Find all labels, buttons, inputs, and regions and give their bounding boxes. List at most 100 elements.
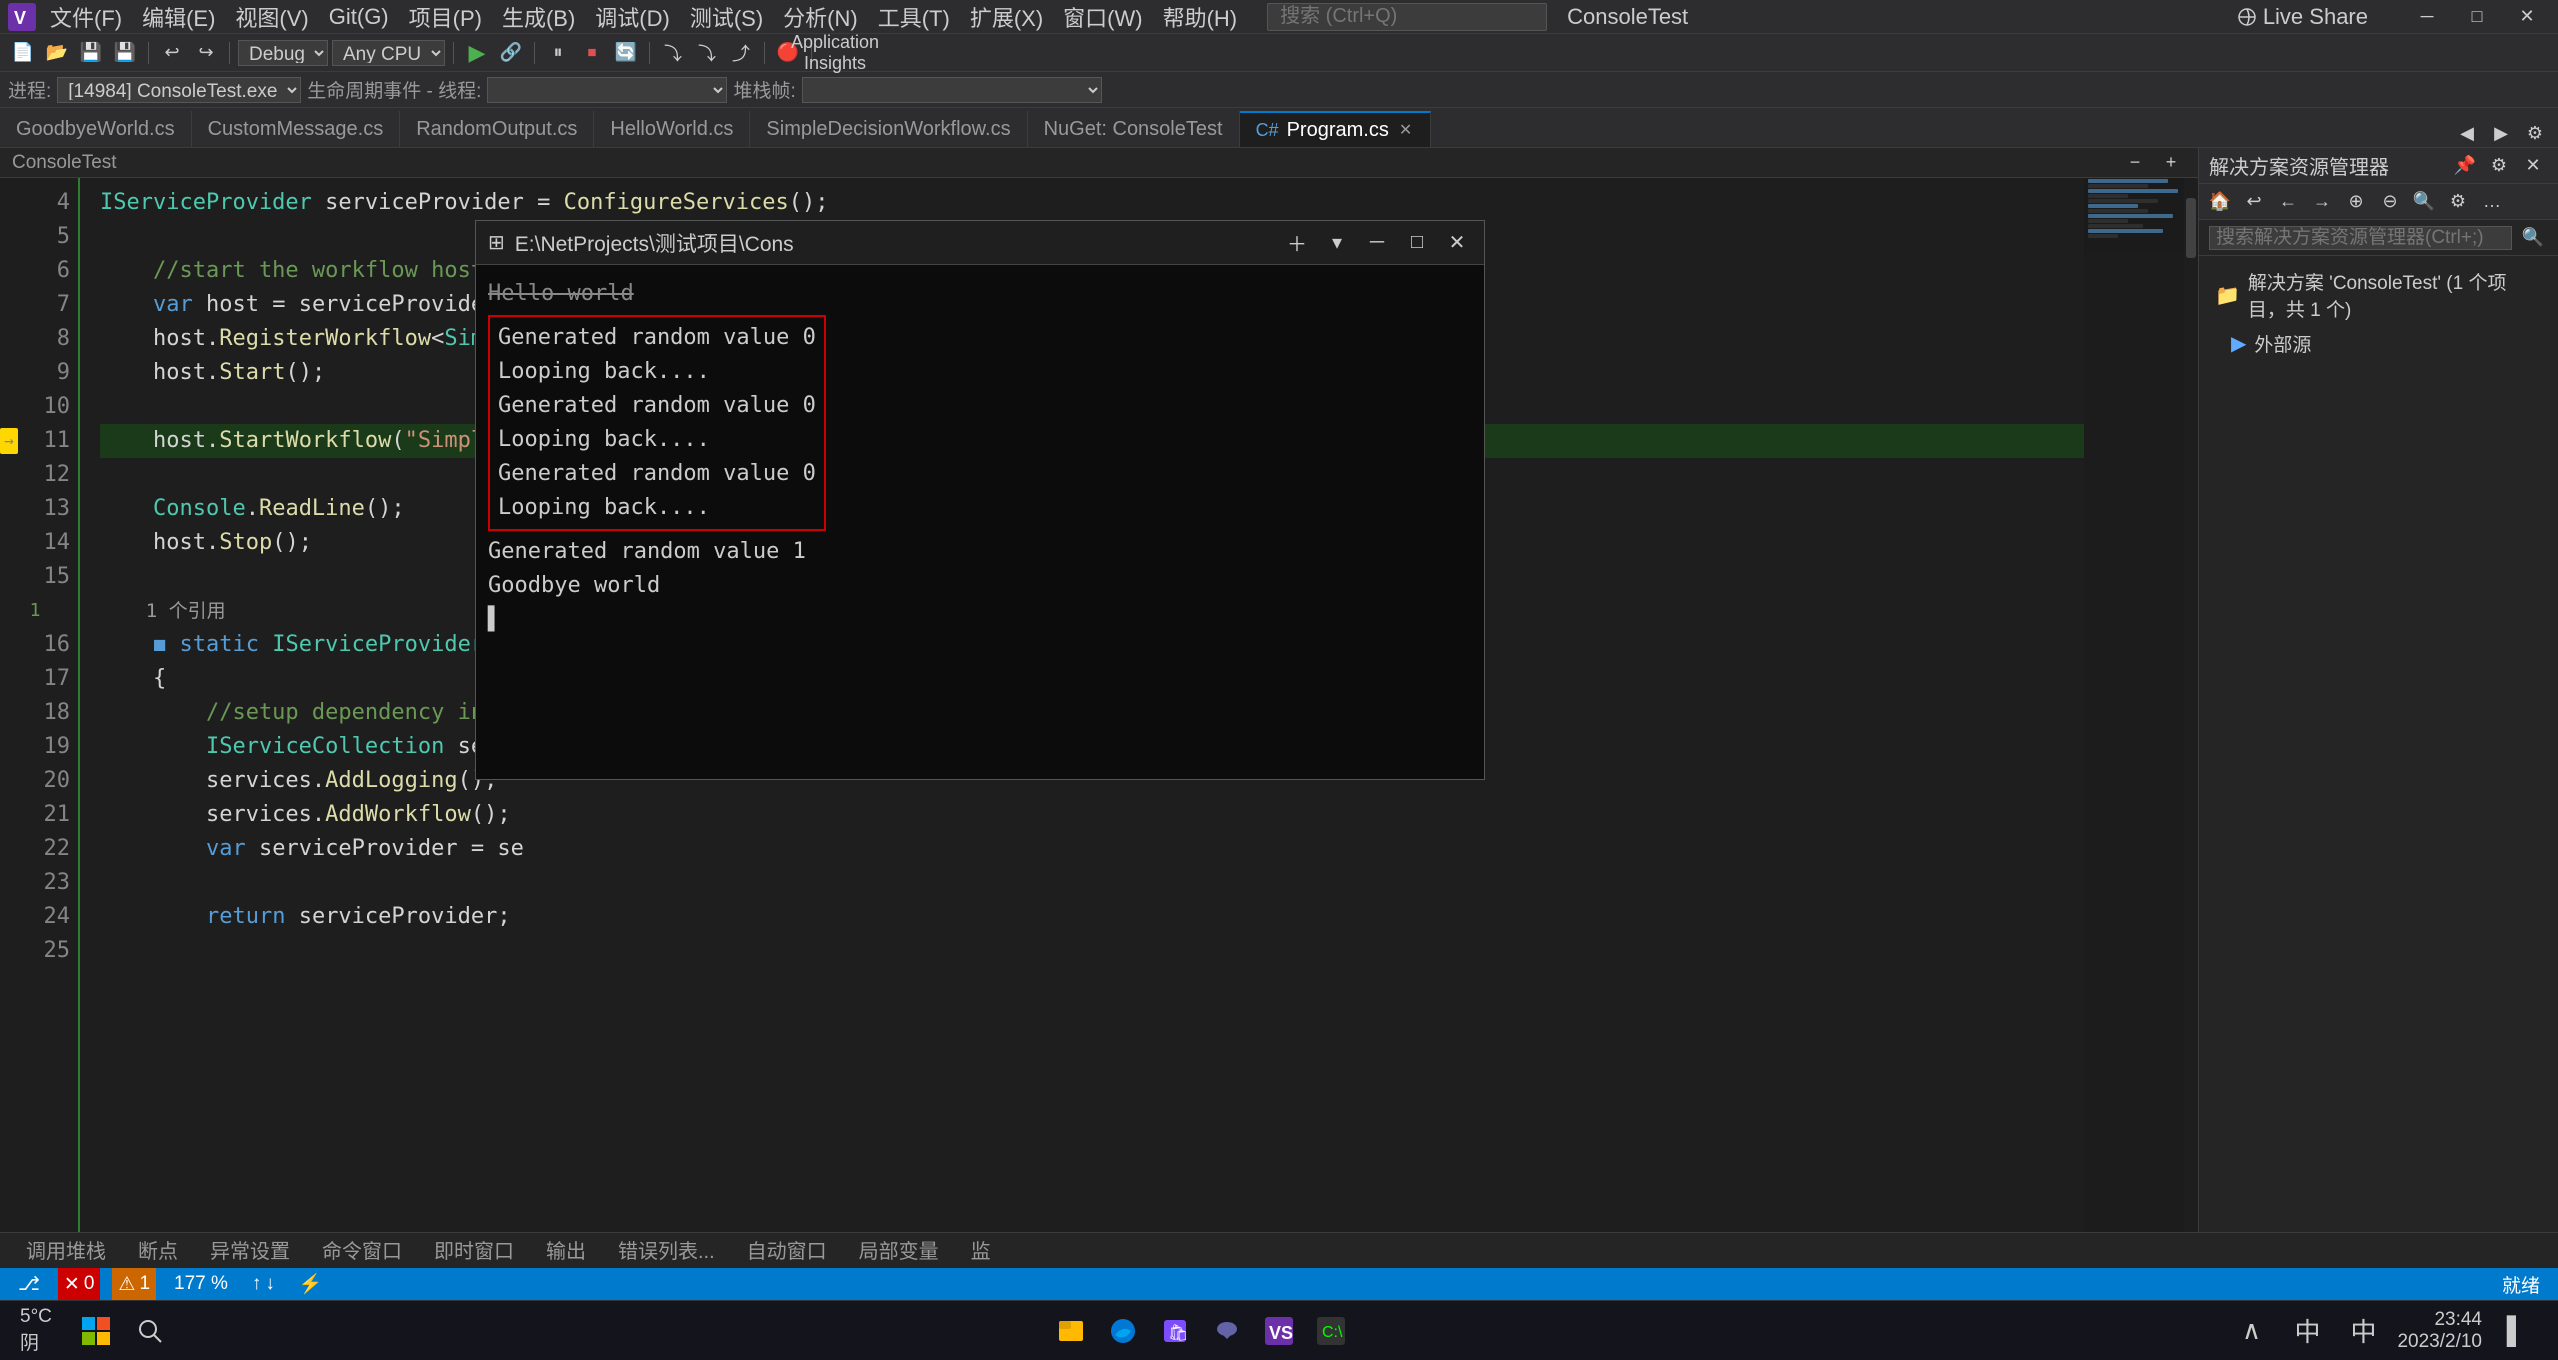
taskbar-show-desktop[interactable]: ▌ bbox=[2494, 1309, 2538, 1353]
live-share-button[interactable]: Live Share bbox=[2229, 2, 2376, 32]
stack-dropdown[interactable] bbox=[802, 77, 1102, 103]
start-button[interactable] bbox=[72, 1307, 120, 1355]
redo-btn[interactable]: ↪ bbox=[191, 39, 221, 67]
bottom-tab-output[interactable]: 输出 bbox=[532, 1231, 600, 1270]
attach-button[interactable]: 🔗 bbox=[496, 39, 526, 67]
editor-expand-btn[interactable]: + bbox=[2156, 149, 2186, 177]
bottom-tab-exceptions[interactable]: 异常设置 bbox=[196, 1231, 304, 1270]
minimize-button[interactable]: ─ bbox=[2404, 1, 2450, 33]
taskbar-chat[interactable] bbox=[1205, 1309, 1249, 1353]
save-all-btn[interactable]: 💾 bbox=[110, 39, 140, 67]
tab-randomoutput[interactable]: RandomOutput.cs bbox=[400, 111, 594, 147]
sidebar-settings2-btn[interactable]: ⚙ bbox=[2443, 188, 2473, 216]
taskbar-notification-chevron[interactable]: ∧ bbox=[2229, 1309, 2273, 1353]
sidebar-collapse-btn[interactable]: ⊖ bbox=[2375, 188, 2405, 216]
run-button[interactable]: ▶ bbox=[462, 39, 492, 67]
scrollbar-thumb[interactable] bbox=[2186, 198, 2196, 258]
undo-btn[interactable]: ↩ bbox=[157, 39, 187, 67]
sidebar-search-input[interactable] bbox=[2209, 226, 2512, 250]
status-nav[interactable]: ↑ ↓ bbox=[246, 1268, 281, 1300]
status-diff-icon[interactable]: ⚡ bbox=[293, 1268, 329, 1300]
menu-test[interactable]: 测试(S) bbox=[680, 0, 773, 37]
bottom-tab-watch[interactable]: 监 bbox=[957, 1231, 1005, 1270]
menu-edit[interactable]: 编辑(E) bbox=[132, 0, 225, 37]
sidebar-close-btn[interactable]: ✕ bbox=[2518, 152, 2548, 180]
clock-widget[interactable]: 23:44 2023/2/10 bbox=[2397, 1309, 2482, 1353]
step-out-btn[interactable]: ⤴ bbox=[726, 39, 756, 67]
tab-custommessage[interactable]: CustomMessage.cs bbox=[192, 111, 401, 147]
platform-dropdown[interactable]: Any CPU bbox=[332, 40, 445, 66]
bottom-tab-locals[interactable]: 局部变量 bbox=[845, 1231, 953, 1270]
tab-helloworld[interactable]: HelloWorld.cs bbox=[594, 111, 750, 147]
console-dropdown[interactable]: ▾ bbox=[1322, 229, 1352, 257]
menu-window[interactable]: 窗口(W) bbox=[1053, 0, 1152, 37]
status-errors[interactable]: ✕ 0 bbox=[58, 1268, 101, 1300]
bottom-tab-autos[interactable]: 自动窗口 bbox=[733, 1231, 841, 1270]
tab-goodbyeworld[interactable]: GoodbyeWorld.cs bbox=[0, 111, 192, 147]
stop-btn[interactable]: ⏹ bbox=[577, 39, 607, 67]
close-button[interactable]: ✕ bbox=[2504, 1, 2550, 33]
console-new-tab[interactable]: ＋ bbox=[1282, 229, 1312, 257]
step-into-btn[interactable]: ⤵ bbox=[692, 39, 722, 67]
taskbar-store[interactable]: 🛍 bbox=[1153, 1309, 1197, 1353]
open-btn[interactable]: 📂 bbox=[42, 39, 72, 67]
console-minimize[interactable]: ─ bbox=[1362, 229, 1392, 257]
sidebar-extra-btn[interactable]: … bbox=[2477, 188, 2507, 216]
editor-collapse-btn[interactable]: − bbox=[2120, 149, 2150, 177]
status-git[interactable]: ⎇ bbox=[12, 1268, 46, 1300]
save-btn[interactable]: 💾 bbox=[76, 39, 106, 67]
console-maximize[interactable]: □ bbox=[1402, 229, 1432, 257]
menu-project[interactable]: 项目(P) bbox=[399, 0, 492, 37]
console-close[interactable]: ✕ bbox=[1442, 229, 1472, 257]
bottom-tab-command[interactable]: 命令窗口 bbox=[308, 1231, 416, 1270]
sidebar-settings-btn[interactable]: ⚙ bbox=[2484, 152, 2514, 180]
tab-scroll-right[interactable]: ▶ bbox=[2486, 119, 2516, 147]
bottom-tab-breakpoints[interactable]: 断点 bbox=[124, 1231, 192, 1270]
sidebar-search-btn[interactable]: 🔍 bbox=[2518, 224, 2548, 252]
taskbar-vs[interactable]: VS bbox=[1257, 1309, 1301, 1353]
maximize-button[interactable]: □ bbox=[2454, 1, 2500, 33]
tab-programcs-close[interactable]: ✕ bbox=[1397, 120, 1414, 140]
editor-scrollbar[interactable] bbox=[2184, 178, 2198, 1232]
taskbar-lang[interactable]: 中 bbox=[2341, 1309, 2385, 1353]
taskbar-keyboard[interactable]: 中 bbox=[2285, 1309, 2329, 1353]
menu-tools[interactable]: 工具(T) bbox=[868, 0, 960, 37]
tab-settings[interactable]: ⚙ bbox=[2520, 119, 2550, 147]
sidebar-forward-btn[interactable]: → bbox=[2307, 188, 2337, 216]
taskbar-search[interactable] bbox=[128, 1309, 172, 1353]
menu-file[interactable]: 文件(F) bbox=[40, 0, 132, 37]
bottom-tab-callstack[interactable]: 调用堆栈 bbox=[12, 1231, 120, 1270]
status-zoom[interactable]: 177 % bbox=[168, 1268, 234, 1300]
thread-dropdown[interactable] bbox=[487, 77, 727, 103]
bottom-tab-immediate[interactable]: 即时窗口 bbox=[420, 1231, 528, 1270]
new-project-btn[interactable]: 📄 bbox=[8, 39, 38, 67]
sidebar-home-btn[interactable]: 🏠 bbox=[2205, 188, 2235, 216]
solution-root[interactable]: 📁 解决方案 'ConsoleTest' (1 个项目，共 1 个) bbox=[2203, 264, 2554, 326]
search-input[interactable] bbox=[1267, 3, 1547, 31]
menu-view[interactable]: 视图(V) bbox=[225, 0, 318, 37]
taskbar-edge[interactable] bbox=[1101, 1309, 1145, 1353]
status-warnings[interactable]: ⚠ 1 bbox=[112, 1268, 156, 1300]
sidebar-expand-btn[interactable]: ⊕ bbox=[2341, 188, 2371, 216]
sidebar-pin-btn[interactable]: 📌 bbox=[2450, 152, 2480, 180]
debug-config-dropdown[interactable]: Debug bbox=[238, 40, 328, 66]
solution-project[interactable]: ▶ 外部源 bbox=[2203, 326, 2554, 361]
tab-simpledecision[interactable]: SimpleDecisionWorkflow.cs bbox=[750, 111, 1027, 147]
menu-help[interactable]: 帮助(H) bbox=[1153, 0, 1248, 37]
taskbar-terminal[interactable]: C:\ bbox=[1309, 1309, 1353, 1353]
app-insights-btn[interactable]: Application Insights bbox=[820, 39, 850, 67]
tab-programcs[interactable]: C# Program.cs ✕ bbox=[1240, 111, 1432, 147]
tab-scroll-left[interactable]: ◀ bbox=[2452, 119, 2482, 147]
menu-git[interactable]: Git(G) bbox=[319, 0, 399, 34]
sidebar-filter-btn[interactable]: 🔍 bbox=[2409, 188, 2439, 216]
bottom-tab-errorlist[interactable]: 错误列表... bbox=[604, 1231, 729, 1270]
step-over-btn[interactable]: ⤵ bbox=[658, 39, 688, 67]
pause-btn[interactable]: ⏸ bbox=[543, 39, 573, 67]
menu-extensions[interactable]: 扩展(X) bbox=[960, 0, 1053, 37]
taskbar-files[interactable] bbox=[1049, 1309, 1093, 1353]
tab-nuget[interactable]: NuGet: ConsoleTest bbox=[1028, 111, 1240, 147]
menu-debug[interactable]: 调试(D) bbox=[585, 0, 680, 37]
process-dropdown[interactable]: [14984] ConsoleTest.exe bbox=[57, 77, 301, 103]
sidebar-back-btn[interactable]: ← bbox=[2273, 188, 2303, 216]
restart-btn[interactable]: 🔄 bbox=[611, 39, 641, 67]
